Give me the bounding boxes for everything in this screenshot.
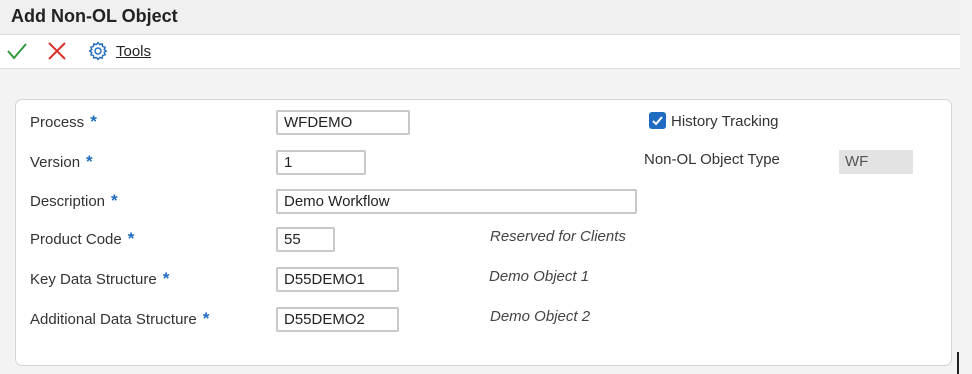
additional-data-structure-label: Additional Data Structure * — [30, 309, 210, 328]
tools-label: Tools — [116, 43, 152, 60]
required-asterisk: * — [90, 112, 97, 131]
product-code-note: Reserved for Clients — [490, 228, 626, 245]
process-field[interactable] — [276, 110, 410, 135]
history-tracking-checkbox[interactable] — [649, 112, 666, 129]
description-label: Description * — [30, 191, 118, 210]
ok-button[interactable] — [5, 35, 29, 68]
version-label: Version * — [30, 152, 93, 171]
required-asterisk: * — [86, 152, 93, 171]
object-type-value: WF — [839, 150, 913, 174]
additional-data-structure-note: Demo Object 2 — [490, 308, 591, 325]
description-field[interactable] — [276, 189, 637, 214]
checkbox-check-icon — [652, 116, 663, 126]
window-title: Add Non-OL Object — [11, 6, 178, 26]
key-data-structure-field[interactable] — [276, 267, 399, 292]
required-asterisk: * — [111, 191, 118, 210]
cancel-button[interactable] — [45, 35, 69, 68]
checkmark-icon — [7, 43, 27, 60]
gear-icon — [88, 41, 108, 61]
x-icon — [48, 42, 66, 60]
key-data-structure-note: Demo Object 1 — [489, 268, 590, 285]
object-type-label: Non-OL Object Type — [644, 151, 780, 168]
required-asterisk: * — [202, 309, 210, 328]
history-tracking-label: History Tracking — [671, 113, 779, 130]
title-bar: Add Non-OL Object — [0, 0, 960, 35]
tools-button[interactable]: Tools — [86, 35, 166, 68]
window-edge — [957, 352, 959, 374]
required-asterisk: * — [162, 269, 170, 288]
process-label: Process * — [30, 112, 97, 131]
required-asterisk: * — [127, 229, 135, 248]
additional-data-structure-field[interactable] — [276, 307, 399, 332]
version-field[interactable] — [276, 150, 366, 175]
product-code-field[interactable] — [276, 227, 335, 252]
product-code-label: Product Code * — [30, 229, 135, 248]
key-data-structure-label: Key Data Structure * — [30, 269, 170, 288]
toolbar: Tools — [0, 35, 960, 69]
